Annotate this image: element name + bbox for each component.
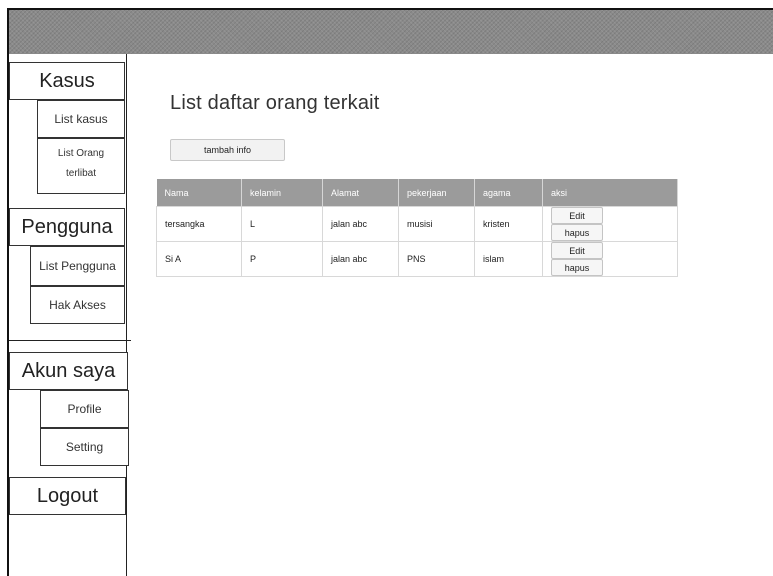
logout-label: Logout (36, 484, 99, 507)
column-header-pekerjaan: pekerjaan (398, 179, 475, 207)
add-info-button-label: tambah info (203, 145, 252, 155)
cell-aksi: Edithapus (542, 241, 678, 277)
sidebar-section-kasus[interactable]: Kasus (9, 62, 125, 100)
sidebar-item-profile-label: Profile (67, 402, 102, 416)
sidebar-item-list-orang-label-2: terlibat (65, 168, 96, 179)
column-header-nama: Nama (156, 179, 242, 207)
sidebar-item-list-pengguna-label: List Pengguna (39, 259, 116, 273)
sidebar-section-pengguna-label: Pengguna (21, 215, 113, 238)
cell-pekerjaan: musisi (398, 206, 475, 242)
sidebar-section-kasus-label: Kasus (39, 69, 95, 92)
column-header-kelamin: kelamin (241, 179, 323, 207)
sidebar-item-setting-label: Setting (65, 440, 104, 454)
sidebar-item-list-pengguna[interactable]: List Pengguna (30, 246, 125, 286)
sidebar-section-akun-saya-label: Akun saya (21, 359, 116, 382)
cell-aksi: Edithapus (542, 206, 678, 242)
column-header-alamat: Alamat (322, 179, 399, 207)
table-header-row: Nama kelamin Alamat pekerjaan agama aksi (156, 179, 678, 207)
cell-pekerjaan: PNS (398, 241, 475, 277)
sidebar-item-list-orang-label-1: List Orang (57, 148, 105, 159)
top-bar (9, 10, 773, 54)
sidebar-item-list-orang-terlibat[interactable]: List Orang terlibat (37, 138, 125, 194)
table-row: tersangka L jalan abc musisi kristen Edi… (156, 206, 678, 242)
edit-button[interactable]: Edit (551, 242, 603, 259)
sidebar-item-profile[interactable]: Profile (40, 390, 129, 428)
people-table: Nama kelamin Alamat pekerjaan agama aksi… (156, 179, 678, 277)
sidebar-item-setting[interactable]: Setting (40, 428, 129, 466)
logout-button[interactable]: Logout (9, 477, 126, 515)
column-header-agama: agama (474, 179, 543, 207)
edit-button[interactable]: Edit (551, 207, 603, 224)
cell-agama: islam (474, 241, 543, 277)
sidebar-item-hak-akses[interactable]: Hak Akses (30, 286, 125, 324)
sidebar-section-akun-saya[interactable]: Akun saya (9, 352, 128, 390)
column-header-aksi: aksi (542, 179, 678, 207)
sidebar-item-list-kasus[interactable]: List kasus (37, 100, 125, 138)
add-info-button[interactable]: tambah info (170, 139, 285, 161)
cell-nama: tersangka (156, 206, 242, 242)
sidebar-item-list-kasus-label: List kasus (54, 112, 108, 126)
sidebar-item-hak-akses-label: Hak Akses (49, 298, 106, 312)
page-title: List daftar orang terkait (170, 92, 380, 114)
cell-agama: kristen (474, 206, 543, 242)
cell-nama: Si A (156, 241, 242, 277)
sidebar-section-pengguna[interactable]: Pengguna (9, 208, 125, 246)
table-row: Si A P jalan abc PNS islam Edithapus (156, 241, 678, 277)
cell-kelamin: P (241, 241, 323, 277)
hapus-button[interactable]: hapus (551, 224, 603, 241)
cell-alamat: jalan abc (322, 206, 399, 242)
hapus-button[interactable]: hapus (551, 259, 603, 276)
cell-alamat: jalan abc (322, 241, 399, 277)
sidebar-divider (9, 340, 131, 341)
cell-kelamin: L (241, 206, 323, 242)
